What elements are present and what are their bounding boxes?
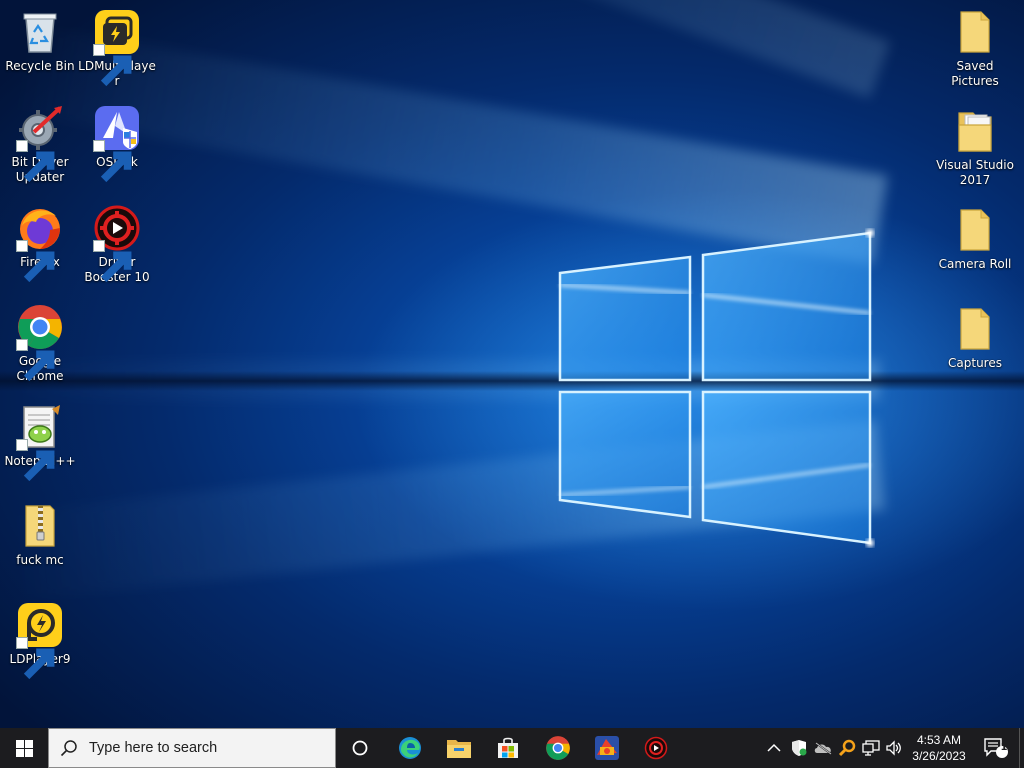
shortcut-arrow-icon — [16, 240, 55, 283]
bit-driver-updater-icon — [16, 104, 64, 183]
windows-wallpaper-logo — [558, 229, 874, 547]
cortana-button[interactable] — [336, 728, 384, 768]
driver-booster-icon — [93, 204, 141, 283]
chrome-icon — [546, 736, 570, 760]
taskbar-app[interactable] — [583, 728, 631, 768]
taskbar-edge[interactable] — [386, 728, 434, 768]
tray-search-tool[interactable] — [835, 728, 859, 768]
taskbar-clock[interactable]: 4:53 AM 3/26/2023 — [904, 728, 974, 768]
taskbar-microsoft-store[interactable] — [484, 728, 532, 768]
zip-folder-icon — [16, 502, 64, 550]
taskbar: Type here to search 4:53 AM 3/26/2023 1 — [0, 728, 1024, 768]
desktop-icon-label: Recycle Bin — [5, 59, 75, 73]
action-center-button[interactable]: 1 — [978, 728, 1014, 768]
file-explorer-icon — [447, 740, 471, 758]
security-shield-icon — [792, 740, 807, 756]
shortcut-arrow-icon — [93, 240, 132, 283]
folder-icon — [951, 305, 999, 353]
recycle-bin-icon — [16, 8, 64, 56]
taskbar-chrome[interactable] — [534, 728, 582, 768]
volume-icon — [886, 740, 901, 756]
notification-count-badge: 1 — [1000, 742, 1008, 753]
desktop-icon-firefox[interactable]: Firefox — [0, 204, 80, 283]
cortana-icon — [352, 740, 368, 756]
folder-icon — [951, 107, 999, 155]
search-tool-icon — [838, 739, 856, 757]
shortcut-arrow-icon — [16, 637, 55, 680]
driver-booster-icon — [644, 736, 668, 760]
search-icon — [49, 739, 89, 757]
desktop-icon-recycle-bin[interactable]: Recycle Bin — [0, 8, 80, 74]
edge-icon — [399, 737, 421, 759]
chevron-up-icon — [767, 743, 781, 752]
clock-date: 3/26/2023 — [912, 749, 966, 763]
onedrive-icon — [814, 742, 832, 755]
oslink-icon — [93, 104, 141, 183]
desktop[interactable]: Recycle Bin Bit Driver Updater Firefox G… — [0, 0, 1024, 728]
desktop-icon-label: Captures — [948, 356, 1002, 370]
ldmultiplayer-icon — [93, 8, 141, 87]
show-hidden-icons-button[interactable] — [762, 728, 786, 768]
show-desktop-button[interactable] — [1019, 728, 1024, 768]
network-icon — [862, 740, 880, 756]
tray-network[interactable] — [859, 728, 883, 768]
start-button[interactable] — [0, 728, 48, 768]
chrome-icon — [16, 303, 64, 382]
desktop-icon-notepad-plus-plus[interactable]: Notepad++ — [0, 403, 80, 482]
desktop-icon-google-chrome[interactable]: Google Chrome — [0, 303, 80, 384]
notepad-plus-plus-icon — [16, 403, 64, 482]
firefox-icon — [16, 204, 64, 283]
desktop-icon-label: Saved Pictures — [951, 59, 999, 88]
desktop-icon-saved-pictures[interactable]: Saved Pictures — [935, 8, 1015, 89]
shortcut-arrow-icon — [16, 439, 55, 482]
desktop-icon-label: Visual Studio 2017 — [936, 158, 1014, 187]
shortcut-arrow-icon — [93, 140, 132, 183]
app-icon — [595, 736, 619, 760]
desktop-icon-captures[interactable]: Captures — [935, 305, 1015, 371]
search-placeholder: Type here to search — [89, 740, 218, 756]
folder-icon — [951, 8, 999, 56]
desktop-icon-fuck-mc[interactable]: fuck mc — [0, 502, 80, 568]
desktop-icon-label: Camera Roll — [938, 257, 1012, 271]
desktop-icon-ldplayer9[interactable]: LDPlayer9 — [0, 601, 80, 680]
tray-volume[interactable] — [882, 728, 906, 768]
taskbar-file-explorer[interactable] — [435, 728, 483, 768]
desktop-icon-ldmultiplayer[interactable]: LDMultiPlayer — [77, 8, 157, 89]
folder-icon — [951, 206, 999, 254]
clock-time: 4:53 AM — [916, 733, 962, 747]
shortcut-arrow-icon — [16, 339, 55, 382]
ldplayer-icon — [16, 601, 64, 680]
desktop-icon-label: fuck mc — [16, 553, 64, 567]
desktop-icon-camera-roll[interactable]: Camera Roll — [935, 206, 1015, 272]
microsoft-store-icon — [498, 737, 518, 758]
desktop-icon-driver-booster[interactable]: Driver Booster 10 — [77, 204, 157, 285]
tray-security[interactable] — [787, 728, 811, 768]
taskbar-driver-booster[interactable] — [632, 728, 680, 768]
taskbar-search-box[interactable]: Type here to search — [48, 728, 336, 768]
desktop-icon-oslink[interactable]: OSLink — [77, 104, 157, 183]
desktop-icon-visual-studio-2017[interactable]: Visual Studio 2017 — [935, 107, 1015, 188]
desktop-icon-bit-driver-updater[interactable]: Bit Driver Updater — [0, 104, 80, 185]
tray-onedrive[interactable] — [811, 728, 835, 768]
shortcut-arrow-icon — [16, 140, 55, 183]
shortcut-arrow-icon — [93, 44, 132, 87]
windows-start-icon — [15, 739, 33, 757]
